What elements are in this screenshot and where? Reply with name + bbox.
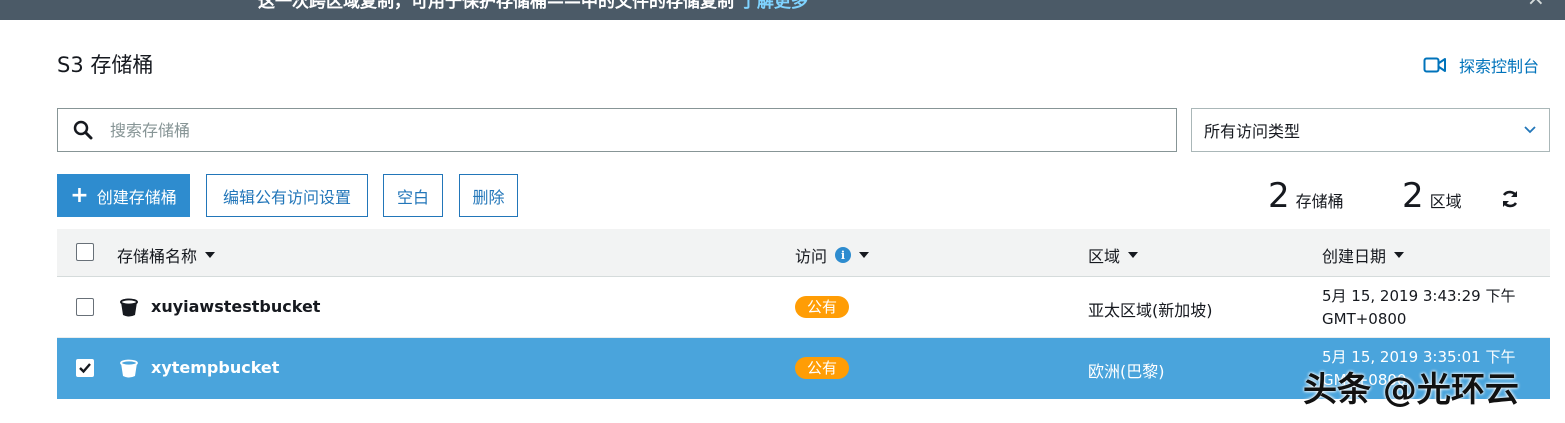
delete-bucket-label: 删除 — [472, 187, 505, 207]
table-row[interactable]: xuyiawstestbucket 公有 亚太区域(新加坡) 5月 15, 20… — [57, 277, 1550, 338]
column-header-access[interactable]: 访问 i — [795, 243, 870, 267]
sort-caret-icon — [1394, 252, 1405, 258]
info-icon[interactable]: i — [835, 247, 852, 263]
column-name-label: 存储桶名称 — [117, 247, 198, 266]
create-bucket-label: 创建存储桶 — [96, 187, 177, 207]
explore-console-label: 探索控制台 — [1458, 57, 1539, 76]
region-count-value: 2 — [1402, 176, 1424, 216]
bucket-count: 2 存储桶 — [1268, 176, 1344, 216]
region-count-unit: 区域 — [1429, 192, 1462, 211]
edit-public-access-label: 编辑公有访问设置 — [222, 187, 351, 207]
empty-bucket-button[interactable]: 空白 — [383, 174, 443, 217]
row-checkbox-checked[interactable] — [76, 359, 94, 377]
column-access-label: 访问 — [795, 247, 828, 266]
region-cell: 欧洲(巴黎) — [1088, 362, 1165, 381]
select-all-checkbox[interactable] — [76, 243, 94, 261]
bucket-name-link[interactable]: xytempbucket — [151, 358, 279, 377]
banner-text: 这一次跨区域复制，可用于保护存储桶——中的文件的存储复制 了解更多 — [258, 0, 808, 12]
close-icon[interactable]: × — [1527, 0, 1545, 11]
created-date-line2: GMT+0800 — [1322, 310, 1407, 328]
search-icon — [58, 120, 108, 140]
sort-caret-icon — [1128, 252, 1139, 258]
watermark: 头条 @光环云 — [1303, 370, 1519, 410]
access-cell: 公有 — [795, 296, 850, 318]
bucket-name-link[interactable]: xuyiawstestbucket — [151, 297, 320, 316]
create-bucket-button[interactable]: + 创建存储桶 — [57, 174, 190, 217]
access-cell: 公有 — [795, 357, 850, 379]
column-header-created[interactable]: 创建日期 — [1322, 243, 1405, 267]
search-input[interactable] — [108, 119, 1152, 141]
access-type-selected: 所有访问类型 — [1204, 122, 1301, 141]
sort-caret-icon — [859, 252, 870, 258]
access-type-filter[interactable]: 所有访问类型 — [1191, 108, 1550, 152]
banner-message: 这一次跨区域复制，可用于保护存储桶——中的文件的存储复制 — [258, 0, 734, 12]
refresh-icon[interactable] — [1500, 189, 1520, 209]
bucket-table-header: 存储桶名称 访问 i 区域 创建日期 — [57, 229, 1550, 277]
column-region-label: 区域 — [1088, 247, 1121, 266]
bucket-count-value: 2 — [1268, 176, 1290, 216]
top-banner: 这一次跨区域复制，可用于保护存储桶——中的文件的存储复制 了解更多 × — [0, 0, 1565, 20]
column-header-region[interactable]: 区域 — [1088, 243, 1139, 267]
plus-icon: + — [70, 182, 89, 208]
created-date-line1: 5月 15, 2019 3:43:29 下午 — [1322, 287, 1516, 305]
created-date-cell: 5月 15, 2019 3:43:29 下午 GMT+0800 — [1322, 285, 1515, 331]
edit-public-access-button[interactable]: 编辑公有访问设置 — [206, 174, 368, 217]
access-badge: 公有 — [795, 357, 850, 379]
page-title: S3 存储桶 — [57, 53, 154, 77]
explore-console-link[interactable]: 探索控制台 — [1423, 53, 1539, 77]
delete-bucket-button[interactable]: 删除 — [459, 174, 518, 217]
bucket-icon — [120, 298, 138, 317]
access-badge: 公有 — [795, 296, 850, 318]
sort-caret-icon — [205, 252, 216, 258]
empty-bucket-label: 空白 — [396, 187, 429, 207]
bucket-search — [57, 108, 1177, 152]
check-icon — [79, 363, 91, 374]
chevron-down-icon — [1524, 126, 1536, 134]
row-checkbox[interactable] — [76, 298, 94, 316]
bucket-count-unit: 存储桶 — [1295, 192, 1344, 211]
column-header-name[interactable]: 存储桶名称 — [117, 243, 216, 267]
region-count: 2 区域 — [1402, 176, 1462, 216]
bucket-icon — [120, 359, 138, 378]
column-created-label: 创建日期 — [1322, 247, 1387, 266]
video-camera-icon — [1423, 57, 1446, 73]
region-cell: 亚太区域(新加坡) — [1088, 301, 1213, 320]
banner-learn-more-link[interactable]: 了解更多 — [740, 0, 808, 12]
